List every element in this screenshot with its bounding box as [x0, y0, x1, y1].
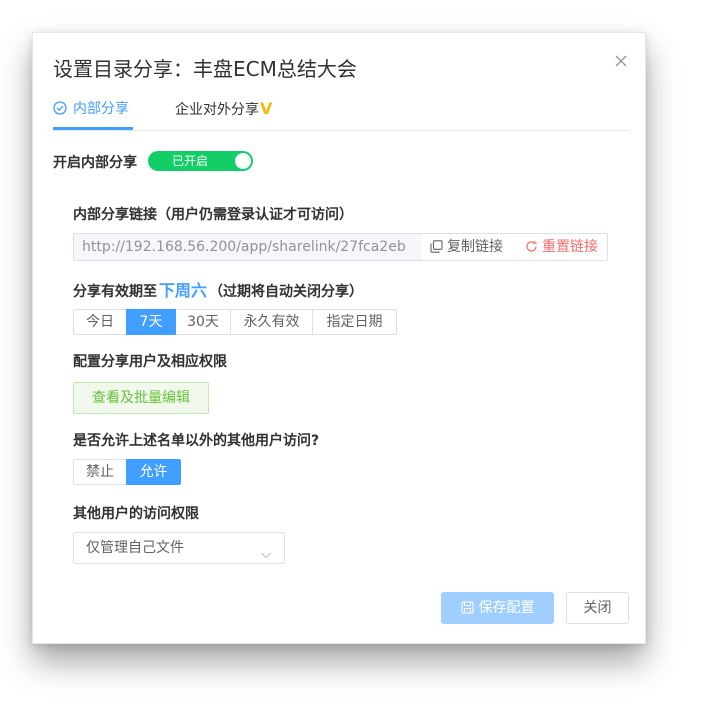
others-permission-value: 仅管理自己文件 — [86, 540, 184, 556]
others-permission-label: 其他用户的访问权限 — [73, 506, 199, 522]
share-link-url[interactable]: http://192.168.56.200/app/sharelink/27fc… — [74, 234, 422, 260]
validity-date: 下周六 — [159, 281, 208, 300]
share-tabs: 内部分享 企业对外分享V — [53, 97, 629, 131]
save-config-label: 保存配置 — [478, 600, 535, 616]
switch-status-text: 已开启 — [172, 154, 209, 168]
validity-option-7days[interactable]: 7天 — [126, 309, 176, 335]
close-icon[interactable] — [613, 53, 629, 69]
others-permission-select[interactable]: 仅管理自己文件 — [73, 532, 285, 564]
chevron-down-icon — [260, 542, 272, 572]
others-access-options: 禁止 允许 — [73, 459, 181, 485]
internal-share-switch[interactable]: 已开启 — [148, 151, 253, 171]
reset-link-button[interactable]: 重置链接 — [525, 234, 598, 260]
close-button[interactable]: 关闭 — [566, 592, 629, 624]
tab-internal-share[interactable]: 内部分享 — [53, 97, 129, 130]
validity-suffix: （过期将自动关闭分享） — [209, 284, 364, 300]
validity-option-custom-date[interactable]: 指定日期 — [312, 309, 397, 335]
tab-external-share[interactable]: 企业对外分享V — [175, 97, 272, 130]
share-settings-dialog: 设置目录分享：丰盘ECM总结大会 内部分享 企业对外分享V 开启内部分享 已开启… — [32, 32, 646, 644]
validity-option-permanent[interactable]: 永久有效 — [230, 309, 313, 335]
check-circle-icon — [53, 99, 67, 123]
dialog-title: 设置目录分享：丰盘ECM总结大会 — [53, 57, 357, 81]
validity-option-30days[interactable]: 30天 — [175, 309, 231, 335]
tab-external-share-label: 企业对外分享 — [175, 102, 259, 118]
share-link-field: http://192.168.56.200/app/sharelink/27fc… — [73, 233, 608, 261]
vip-badge: V — [260, 99, 273, 118]
validity-prefix: 分享有效期至 — [73, 284, 157, 300]
tab-active-indicator — [53, 127, 133, 130]
reset-link-label: 重置链接 — [542, 239, 598, 255]
share-users-label: 配置分享用户及相应权限 — [73, 354, 227, 370]
view-batch-edit-button[interactable]: 查看及批量编辑 — [73, 382, 209, 414]
switch-knob — [235, 153, 251, 169]
validity-option-today[interactable]: 今日 — [73, 309, 127, 335]
others-access-deny[interactable]: 禁止 — [73, 459, 127, 485]
tab-internal-share-label: 内部分享 — [73, 101, 129, 117]
validity-label: 分享有效期至 下周六 （过期将自动关闭分享） — [73, 277, 363, 301]
copy-icon — [430, 240, 443, 253]
internal-share-label: 开启内部分享 — [53, 155, 137, 171]
save-config-button[interactable]: 保存配置 — [441, 592, 554, 624]
copy-link-button[interactable]: 复制链接 — [430, 234, 503, 260]
share-link-label: 内部分享链接（用户仍需登录认证才可访问） — [73, 207, 353, 223]
refresh-icon — [526, 240, 537, 252]
save-icon — [460, 601, 474, 614]
copy-link-label: 复制链接 — [447, 239, 503, 255]
others-access-allow[interactable]: 允许 — [126, 459, 181, 485]
validity-options: 今日 7天 30天 永久有效 指定日期 — [73, 309, 397, 335]
others-access-label: 是否允许上述名单以外的其他用户访问? — [73, 433, 320, 449]
